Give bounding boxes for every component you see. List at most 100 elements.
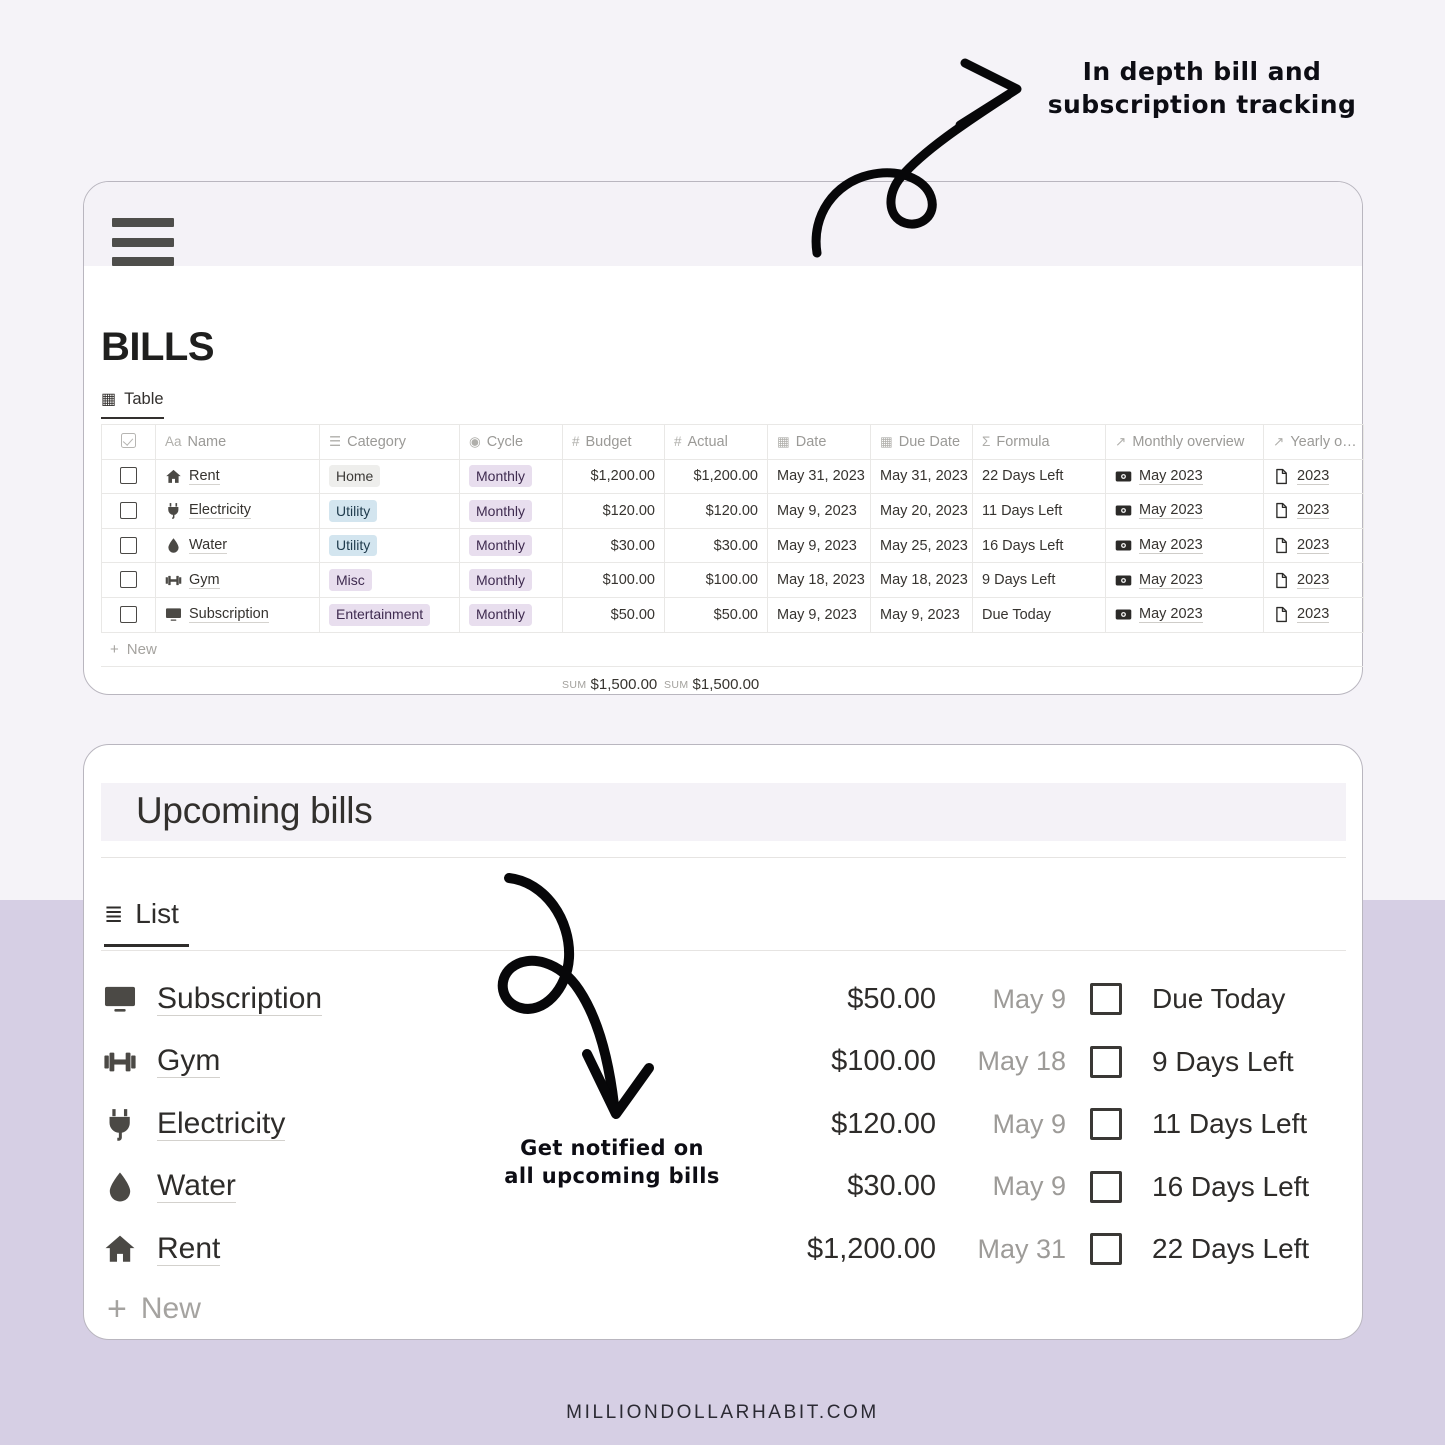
yearly-overview-link[interactable]: 2023 [1297,468,1330,485]
monthly-overview-link[interactable]: May 2023 [1139,537,1203,555]
tab-table[interactable]: ▦ Table [101,390,164,419]
column-header-budget[interactable]: # Budget [562,424,665,460]
monthly-overview-link[interactable]: May 2023 [1139,502,1203,520]
row-checkbox[interactable] [120,501,137,519]
cell-budget[interactable]: $50.00 [562,596,665,633]
row-checkbox[interactable] [120,571,137,589]
row-checkbox[interactable] [120,536,137,554]
column-header-name[interactable]: Aa Name [155,424,320,460]
cell-monthly-overview[interactable]: May 2023 [1105,596,1264,633]
column-header-cycle[interactable]: ◉ Cycle [459,424,563,460]
hamburger-icon[interactable] [112,218,174,266]
cell-name[interactable]: Water [155,527,320,564]
cell-category[interactable]: Misc [319,562,460,598]
list-item-checkbox[interactable] [1066,1108,1146,1141]
row-checkbox[interactable] [120,605,137,623]
cell-category[interactable]: Utility [319,493,460,529]
column-header-category[interactable]: ☰ Category [319,424,460,460]
row-checkbox-cell[interactable] [101,458,156,495]
cell-name[interactable]: Rent [155,458,320,495]
row-checkbox-cell[interactable] [101,596,156,633]
row-checkbox[interactable] [120,467,137,485]
cell-monthly-overview[interactable]: May 2023 [1105,527,1264,564]
list-item-checkbox[interactable] [1066,983,1146,1016]
cell-name[interactable]: Gym [155,562,320,598]
column-header-date[interactable]: ▦ Date [767,424,871,460]
cell-actual[interactable]: $1,200.00 [664,458,768,495]
cell-date[interactable]: May 31, 2023 [767,458,871,495]
table-row[interactable]: Water Utility Monthly $30.00 $30.00 May 9, 20… [101,527,1364,564]
yearly-overview-link[interactable]: 2023 [1297,606,1330,624]
cell-yearly-overview[interactable]: 2023 [1263,458,1364,495]
row-checkbox-cell[interactable] [101,527,156,564]
cell-monthly-overview[interactable]: May 2023 [1105,458,1264,495]
cell-duedate[interactable]: May 31, 2023 [870,458,973,495]
column-header-formula[interactable]: Σ Formula [972,424,1106,460]
cell-actual[interactable]: $100.00 [664,562,768,598]
annotation-bottom: Get notified on all upcoming bills [504,1136,720,1188]
cell-date[interactable]: May 18, 2023 [767,562,871,598]
monthly-overview-link[interactable]: May 2023 [1139,468,1203,485]
list-item-checkbox[interactable] [1066,1170,1146,1203]
yearly-overview-link[interactable]: 2023 [1297,537,1330,555]
list-item-checkbox[interactable] [1066,1233,1146,1266]
money-icon [1115,502,1132,519]
cell-budget[interactable]: $100.00 [562,562,665,598]
column-header-actual[interactable]: # Actual [664,424,768,460]
column-header-check[interactable] [101,424,156,460]
cell-category[interactable]: Home [319,458,460,495]
cell-yearly-overview[interactable]: 2023 [1263,527,1364,564]
cell-actual[interactable]: $30.00 [664,527,768,564]
cell-actual[interactable]: $120.00 [664,493,768,529]
list-item[interactable]: Gym $100.00 May 18 9 Days Left [101,1031,1346,1094]
cell-cycle[interactable]: Monthly [459,527,563,564]
yearly-overview-link[interactable]: 2023 [1297,502,1330,520]
cell-name[interactable]: Subscription [155,596,320,633]
cell-cycle[interactable]: Monthly [459,458,563,495]
list-item[interactable]: Subscription $50.00 May 9 Due Today [101,968,1346,1031]
cell-duedate[interactable]: May 9, 2023 [870,596,973,633]
cell-budget[interactable]: $30.00 [562,527,665,564]
table-row[interactable]: Rent Home Monthly $1,200.00 $1,200.00 May 31,… [101,458,1364,495]
cell-cycle[interactable]: Monthly [459,596,563,633]
list-item-amount: $1,200.00 [806,1232,936,1265]
table-new-row[interactable]: + New [101,632,1363,667]
cell-monthly-overview[interactable]: May 2023 [1105,562,1264,598]
cell-budget[interactable]: $1,200.00 [562,458,665,495]
cell-name[interactable]: Electricity [155,493,320,529]
table-row[interactable]: Subscription Entertainment Monthly $50.00 $5… [101,596,1364,633]
cell-actual[interactable]: $50.00 [664,596,768,633]
cell-cycle[interactable]: Monthly [459,493,563,529]
cell-cycle[interactable]: Monthly [459,562,563,598]
cell-date[interactable]: May 9, 2023 [767,493,871,529]
column-header-duedate[interactable]: ▦ Due Date [870,424,973,460]
cell-monthly-overview[interactable]: May 2023 [1105,493,1264,529]
cell-category[interactable]: Utility [319,527,460,564]
list-item-checkbox[interactable] [1066,1045,1146,1078]
tab-list[interactable]: ≣ List [104,898,189,947]
column-header-monthly-overview[interactable]: ↗ Monthly overview [1105,424,1264,460]
cell-yearly-overview[interactable]: 2023 [1263,596,1364,633]
table-row[interactable]: Electricity Utility Monthly $120.00 $120.00 M… [101,493,1364,529]
cell-category[interactable]: Entertainment [319,596,460,633]
cell-date[interactable]: May 9, 2023 [767,596,871,633]
column-header-yearly-overview[interactable]: ↗ Yearly o… [1263,424,1364,460]
cell-duedate[interactable]: May 25, 2023 [870,527,973,564]
monthly-overview-link[interactable]: May 2023 [1139,606,1203,624]
row-checkbox-cell[interactable] [101,562,156,598]
yearly-overview-link[interactable]: 2023 [1297,572,1330,589]
row-checkbox-cell[interactable] [101,493,156,529]
checkbox-icon[interactable] [121,433,136,449]
cell-duedate[interactable]: May 18, 2023 [870,562,973,598]
table-row[interactable]: Gym Misc Monthly $100.00 $100.00 May 18, 2023… [101,562,1364,598]
monthly-overview-link[interactable]: May 2023 [1139,572,1203,589]
cell-duedate[interactable]: May 20, 2023 [870,493,973,529]
cell-budget[interactable]: $120.00 [562,493,665,529]
list-item[interactable]: Rent $1,200.00 May 31 22 Days Left [101,1218,1346,1281]
cell-formula: 16 Days Left [972,527,1106,564]
cell-yearly-overview[interactable]: 2023 [1263,562,1364,598]
cell-date[interactable]: May 9, 2023 [767,527,871,564]
house-icon [165,468,182,485]
list-new-row[interactable]: + New [107,1292,201,1326]
cell-yearly-overview[interactable]: 2023 [1263,493,1364,529]
